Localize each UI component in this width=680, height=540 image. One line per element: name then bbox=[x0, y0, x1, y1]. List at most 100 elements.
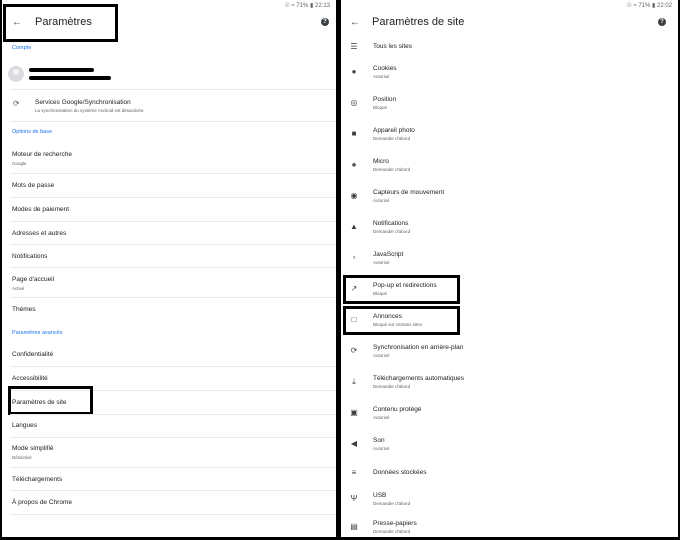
setting-title: Adresses et autres bbox=[12, 230, 67, 237]
section-basics: Options de base bbox=[12, 129, 53, 135]
setting-search-engine[interactable]: Moteur de recherche Google bbox=[2, 143, 336, 173]
list-icon: ☰ bbox=[350, 42, 358, 51]
site-setting-title: Synchronisation en arrière-plan bbox=[373, 344, 464, 351]
site-setting-popup[interactable]: ↗ Pop-up et redirections Bloqué bbox=[341, 279, 678, 305]
site-setting-title: Annonces bbox=[373, 313, 402, 320]
help-icon[interactable]: ? bbox=[321, 18, 329, 26]
cookie-icon: ● bbox=[351, 67, 357, 76]
sync-icon: ⟳ bbox=[13, 99, 20, 108]
site-setting-title: Capteurs de mouvement bbox=[373, 189, 445, 196]
javascript-icon: ▫ bbox=[352, 253, 356, 262]
site-setting-mic[interactable]: ♠ Micro Demander d'abord bbox=[341, 155, 678, 181]
setting-title: Modes de paiement bbox=[12, 206, 70, 213]
site-setting-subtitle: Demander d'abord bbox=[373, 529, 411, 534]
site-setting-subtitle: Autorisé bbox=[373, 353, 390, 358]
setting-passwords[interactable]: Mots de passe bbox=[2, 174, 336, 198]
setting-title: Mots de passe bbox=[12, 182, 55, 189]
setting-subtitle: Désactivé bbox=[12, 455, 32, 460]
protected-content-icon: ▣ bbox=[350, 408, 358, 417]
setting-privacy[interactable]: Confidentialité bbox=[2, 342, 336, 366]
setting-notifications[interactable]: Notifications bbox=[2, 245, 336, 268]
ads-icon: □ bbox=[351, 315, 357, 324]
setting-title: Paramètres de site bbox=[12, 399, 67, 406]
mic-icon: ♠ bbox=[351, 160, 357, 169]
site-setting-title: Tous les sites bbox=[373, 43, 413, 50]
setting-lite-mode[interactable]: Mode simplifié Désactivé bbox=[2, 438, 336, 468]
site-setting-storage[interactable]: ≡ Données stockées bbox=[341, 463, 678, 489]
setting-payment-methods[interactable]: Modes de paiement bbox=[2, 198, 336, 222]
sound-icon: ◀ bbox=[350, 439, 358, 448]
location-icon: ◎ bbox=[350, 98, 358, 107]
site-setting-motion-sensor[interactable]: ◉ Capteurs de mouvement Autorisé bbox=[341, 186, 678, 212]
site-setting-sound[interactable]: ◀ Son Autorisé bbox=[341, 434, 678, 460]
section-account: Compte bbox=[12, 45, 32, 51]
site-setting-subtitle: Autorisé bbox=[373, 74, 390, 79]
site-setting-ads[interactable]: □ Annonces Bloqué sur certains sites bbox=[341, 310, 678, 336]
back-arrow-icon[interactable]: ← bbox=[350, 17, 360, 28]
redacted-name bbox=[29, 68, 94, 72]
setting-title: Notifications bbox=[12, 253, 48, 260]
site-setting-javascript[interactable]: ▫ JavaScript Autorisé bbox=[341, 248, 678, 274]
site-setting-subtitle: Autorisé bbox=[373, 198, 390, 203]
setting-addresses[interactable]: Adresses et autres bbox=[2, 222, 336, 245]
setting-site-settings[interactable]: Paramètres de site bbox=[2, 391, 336, 414]
site-setting-subtitle: Demander d'abord bbox=[373, 167, 411, 172]
setting-title: Accessibilité bbox=[12, 375, 48, 382]
divider bbox=[10, 121, 336, 122]
site-setting-title: Données stockées bbox=[373, 469, 427, 476]
site-setting-location[interactable]: ◎ Position Bloqué bbox=[341, 93, 678, 119]
site-setting-bell[interactable]: ▲ Notifications Demander d'abord bbox=[341, 217, 678, 243]
site-setting-title: USB bbox=[373, 492, 387, 499]
divider bbox=[10, 514, 336, 515]
popup-icon: ↗ bbox=[350, 284, 358, 293]
site-setting-title: Position bbox=[373, 96, 397, 103]
setting-title: Page d'accueil bbox=[12, 276, 55, 283]
site-setting-title: Pop-up et redirections bbox=[373, 282, 437, 289]
avatar[interactable] bbox=[8, 66, 24, 82]
setting-title: Confidentialité bbox=[12, 351, 54, 358]
setting-accessibility[interactable]: Accessibilité bbox=[2, 367, 336, 390]
site-setting-subtitle: Demander d'abord bbox=[373, 384, 411, 389]
setting-title: Mode simplifié bbox=[12, 445, 54, 452]
site-setting-usb[interactable]: Ψ USB Demander d'abord bbox=[341, 489, 678, 515]
site-setting-title: Presse-papiers bbox=[373, 520, 417, 527]
clipboard-icon: ▤ bbox=[350, 522, 358, 531]
site-setting-title: Appareil photo bbox=[373, 127, 415, 134]
settings-panel: ☉ ≈ 71% ▮ 22:13 ← Paramètres ? Compte ⟳ … bbox=[2, 0, 336, 537]
setting-homepage[interactable]: Page d'accueil Activé bbox=[2, 268, 336, 297]
site-setting-camera[interactable]: ■ Appareil photo Demander d'abord bbox=[341, 124, 678, 150]
setting-subtitle: Google bbox=[12, 161, 27, 166]
site-setting-download[interactable]: ⤓ Téléchargements automatiques Demander d'… bbox=[341, 372, 678, 398]
site-setting-title: Notifications bbox=[373, 220, 409, 227]
site-setting-list[interactable]: ☰ Tous les sites bbox=[341, 37, 678, 63]
setting-languages[interactable]: Langues bbox=[2, 415, 336, 438]
setting-title: À propos de Chrome bbox=[12, 499, 72, 506]
setting-downloads[interactable]: Téléchargements bbox=[2, 468, 336, 491]
site-setting-subtitle: Bloqué bbox=[373, 291, 388, 296]
setting-title: Moteur de recherche bbox=[12, 151, 72, 158]
site-setting-subtitle: Demander d'abord bbox=[373, 229, 411, 234]
site-settings-panel: ☉ ≈ 71% ▮ 22:02 ← Paramètres de site ? ☰… bbox=[341, 0, 678, 537]
site-setting-title: Cookies bbox=[373, 65, 397, 72]
app-bar: ← Paramètres ? bbox=[2, 0, 336, 44]
setting-about-chrome[interactable]: À propos de Chrome bbox=[2, 491, 336, 514]
site-setting-subtitle: Demander d'abord bbox=[373, 501, 411, 506]
page-title: Paramètres de site bbox=[372, 16, 465, 28]
site-setting-title: JavaScript bbox=[373, 251, 404, 258]
setting-themes[interactable]: Thèmes bbox=[2, 298, 336, 321]
site-setting-cookie[interactable]: ● Cookies Autorisé bbox=[341, 62, 678, 88]
camera-icon: ■ bbox=[351, 129, 357, 138]
help-icon[interactable]: ? bbox=[658, 18, 666, 26]
setting-title: Thèmes bbox=[12, 306, 36, 313]
site-setting-subtitle: Bloqué bbox=[373, 105, 388, 110]
site-setting-protected-content[interactable]: ▣ Contenu protégé Autorisé bbox=[341, 403, 678, 429]
site-setting-subtitle: Autorisé bbox=[373, 415, 390, 420]
site-setting-clipboard[interactable]: ▤ Presse-papiers Demander d'abord bbox=[341, 517, 678, 537]
bell-icon: ▲ bbox=[350, 222, 358, 231]
sync-services-item[interactable]: ⟳ Services Google/Synchronisation La syn… bbox=[2, 90, 336, 120]
site-setting-title: Téléchargements automatiques bbox=[373, 375, 465, 382]
back-arrow-icon[interactable]: ← bbox=[12, 17, 22, 28]
page-title: Paramètres bbox=[35, 16, 92, 28]
site-setting-subtitle: Bloqué sur certains sites bbox=[373, 322, 423, 327]
site-setting-sync[interactable]: ⟳ Synchronisation en arrière-plan Autorisé bbox=[341, 341, 678, 367]
